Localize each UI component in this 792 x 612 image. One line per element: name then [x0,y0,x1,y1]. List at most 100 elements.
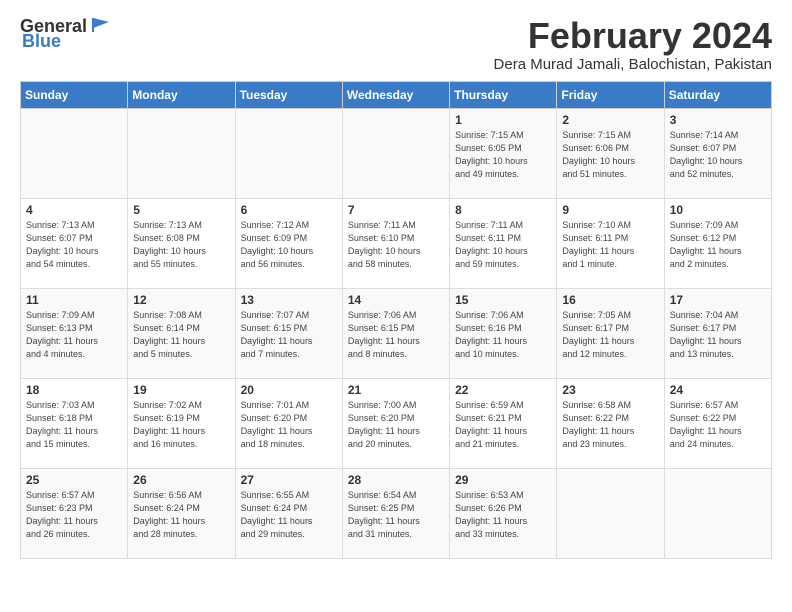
day-number: 16 [562,293,658,307]
day-number: 15 [455,293,551,307]
calendar-cell [21,108,128,198]
page-header: General Blue February 2024 Dera Murad Ja… [20,16,772,73]
day-number: 8 [455,203,551,217]
day-number: 19 [133,383,229,397]
header-day-wednesday: Wednesday [342,81,449,108]
calendar-cell: 8 Sunrise: 7:11 AMSunset: 6:11 PMDaylight… [450,198,557,288]
day-number: 1 [455,113,551,127]
day-number: 12 [133,293,229,307]
logo-blue: Blue [22,31,61,52]
day-info: Sunrise: 7:08 AMSunset: 6:14 PMDaylight:… [133,309,229,361]
day-info: Sunrise: 7:13 AMSunset: 6:07 PMDaylight:… [26,219,122,271]
day-info: Sunrise: 7:15 AMSunset: 6:06 PMDaylight:… [562,129,658,181]
day-info: Sunrise: 6:56 AMSunset: 6:24 PMDaylight:… [133,489,229,541]
calendar-cell: 16 Sunrise: 7:05 AMSunset: 6:17 PMDayligh… [557,288,664,378]
calendar-cell: 2 Sunrise: 7:15 AMSunset: 6:06 PMDaylight… [557,108,664,198]
day-number: 21 [348,383,444,397]
day-info: Sunrise: 7:10 AMSunset: 6:11 PMDaylight:… [562,219,658,271]
day-number: 7 [348,203,444,217]
calendar-cell: 3 Sunrise: 7:14 AMSunset: 6:07 PMDaylight… [664,108,771,198]
day-number: 3 [670,113,766,127]
day-number: 2 [562,113,658,127]
day-number: 10 [670,203,766,217]
header-day-monday: Monday [128,81,235,108]
calendar-cell [128,108,235,198]
day-number: 25 [26,473,122,487]
day-number: 29 [455,473,551,487]
calendar-cell: 12 Sunrise: 7:08 AMSunset: 6:14 PMDayligh… [128,288,235,378]
day-number: 11 [26,293,122,307]
calendar-cell: 5 Sunrise: 7:13 AMSunset: 6:08 PMDaylight… [128,198,235,288]
calendar-cell [235,108,342,198]
calendar-cell: 17 Sunrise: 7:04 AMSunset: 6:17 PMDayligh… [664,288,771,378]
day-info: Sunrise: 7:15 AMSunset: 6:05 PMDaylight:… [455,129,551,181]
calendar-cell: 24Sunrise: 6:57 AMSunset: 6:22 PMDayligh… [664,378,771,468]
calendar-cell: 21 Sunrise: 7:00 AMSunset: 6:20 PMDayligh… [342,378,449,468]
day-number: 9 [562,203,658,217]
day-number: 14 [348,293,444,307]
day-info: Sunrise: 7:06 AMSunset: 6:15 PMDaylight:… [348,309,444,361]
calendar-cell [342,108,449,198]
day-info: Sunrise: 7:04 AMSunset: 6:17 PMDaylight:… [670,309,766,361]
calendar-cell: 27 Sunrise: 6:55 AMSunset: 6:24 PMDayligh… [235,468,342,558]
month-title: February 2024 [494,16,772,56]
day-number: 27 [241,473,337,487]
day-info: Sunrise: 7:12 AMSunset: 6:09 PMDaylight:… [241,219,337,271]
calendar-cell: 25Sunrise: 6:57 AMSunset: 6:23 PMDayligh… [21,468,128,558]
day-number: 4 [26,203,122,217]
day-info: Sunrise: 7:01 AMSunset: 6:20 PMDaylight:… [241,399,337,451]
calendar-cell: 9 Sunrise: 7:10 AMSunset: 6:11 PMDaylight… [557,198,664,288]
day-info: Sunrise: 7:06 AMSunset: 6:16 PMDaylight:… [455,309,551,361]
day-info: Sunrise: 7:07 AMSunset: 6:15 PMDaylight:… [241,309,337,361]
logo: General Blue [20,16,111,52]
header-day-friday: Friday [557,81,664,108]
calendar-cell: 10Sunrise: 7:09 AMSunset: 6:12 PMDayligh… [664,198,771,288]
calendar-cell: 15 Sunrise: 7:06 AMSunset: 6:16 PMDayligh… [450,288,557,378]
day-number: 13 [241,293,337,307]
calendar-cell: 23 Sunrise: 6:58 AMSunset: 6:22 PMDayligh… [557,378,664,468]
calendar-cell: 18 Sunrise: 7:03 AMSunset: 6:18 PMDayligh… [21,378,128,468]
calendar-week-row: 1 Sunrise: 7:15 AMSunset: 6:05 PMDaylight… [21,108,772,198]
day-number: 23 [562,383,658,397]
day-number: 28 [348,473,444,487]
day-number: 17 [670,293,766,307]
day-info: Sunrise: 7:03 AMSunset: 6:18 PMDaylight:… [26,399,122,451]
day-info: Sunrise: 7:09 AMSunset: 6:13 PMDaylight:… [26,309,122,361]
day-info: Sunrise: 7:02 AMSunset: 6:19 PMDaylight:… [133,399,229,451]
calendar-cell: 14 Sunrise: 7:06 AMSunset: 6:15 PMDayligh… [342,288,449,378]
calendar-cell: 4 Sunrise: 7:13 AMSunset: 6:07 PMDaylight… [21,198,128,288]
calendar-week-row: 25Sunrise: 6:57 AMSunset: 6:23 PMDayligh… [21,468,772,558]
day-info: Sunrise: 6:59 AMSunset: 6:21 PMDaylight:… [455,399,551,451]
calendar-header-row: SundayMondayTuesdayWednesdayThursdayFrid… [21,81,772,108]
calendar-cell: 7 Sunrise: 7:11 AMSunset: 6:10 PMDaylight… [342,198,449,288]
calendar-week-row: 4 Sunrise: 7:13 AMSunset: 6:07 PMDaylight… [21,198,772,288]
calendar-cell [664,468,771,558]
header-day-saturday: Saturday [664,81,771,108]
calendar-cell: 6Sunrise: 7:12 AMSunset: 6:09 PMDaylight… [235,198,342,288]
calendar-cell: 13 Sunrise: 7:07 AMSunset: 6:15 PMDayligh… [235,288,342,378]
day-info: Sunrise: 6:53 AMSunset: 6:26 PMDaylight:… [455,489,551,541]
day-info: Sunrise: 7:11 AMSunset: 6:10 PMDaylight:… [348,219,444,271]
header-day-tuesday: Tuesday [235,81,342,108]
day-info: Sunrise: 7:00 AMSunset: 6:20 PMDaylight:… [348,399,444,451]
day-info: Sunrise: 7:13 AMSunset: 6:08 PMDaylight:… [133,219,229,271]
location-subtitle: Dera Murad Jamali, Balochistan, Pakistan [494,56,772,73]
logo-icon [89,14,111,36]
day-info: Sunrise: 6:54 AMSunset: 6:25 PMDaylight:… [348,489,444,541]
day-info: Sunrise: 6:58 AMSunset: 6:22 PMDaylight:… [562,399,658,451]
day-info: Sunrise: 7:14 AMSunset: 6:07 PMDaylight:… [670,129,766,181]
day-number: 5 [133,203,229,217]
calendar-cell: 1 Sunrise: 7:15 AMSunset: 6:05 PMDaylight… [450,108,557,198]
day-number: 18 [26,383,122,397]
day-info: Sunrise: 7:11 AMSunset: 6:11 PMDaylight:… [455,219,551,271]
title-area: February 2024 Dera Murad Jamali, Balochi… [494,16,772,73]
calendar-cell: 22 Sunrise: 6:59 AMSunset: 6:21 PMDayligh… [450,378,557,468]
day-number: 22 [455,383,551,397]
day-info: Sunrise: 6:55 AMSunset: 6:24 PMDaylight:… [241,489,337,541]
calendar-cell: 19 Sunrise: 7:02 AMSunset: 6:19 PMDayligh… [128,378,235,468]
day-info: Sunrise: 7:05 AMSunset: 6:17 PMDaylight:… [562,309,658,361]
calendar-table: SundayMondayTuesdayWednesdayThursdayFrid… [20,81,772,559]
day-info: Sunrise: 6:57 AMSunset: 6:22 PMDaylight:… [670,399,766,451]
calendar-cell [557,468,664,558]
calendar-cell: 29 Sunrise: 6:53 AMSunset: 6:26 PMDayligh… [450,468,557,558]
